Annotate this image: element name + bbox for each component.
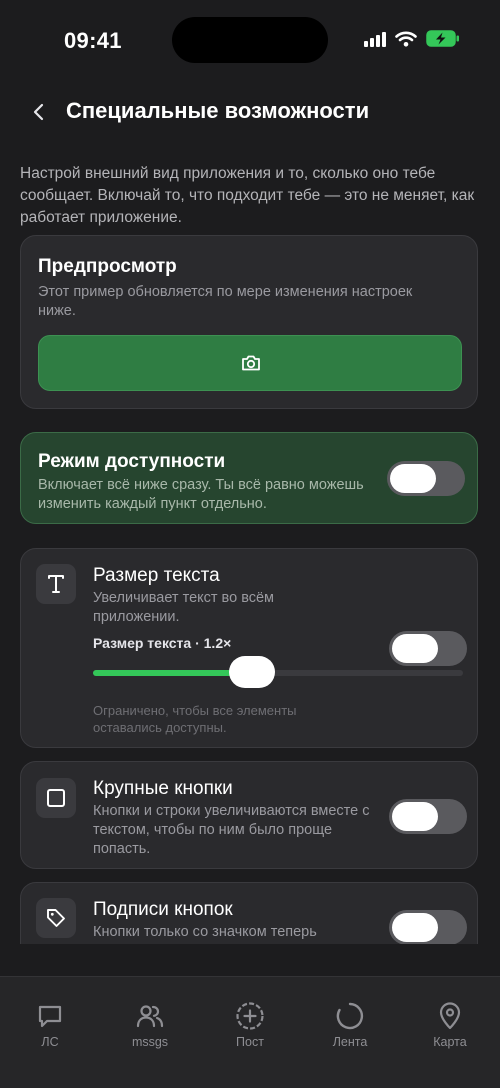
scroll-clip — [0, 944, 500, 976]
tab-feed[interactable]: Лента — [300, 1001, 400, 1049]
tab-label: mssgs — [131, 1035, 169, 1049]
status-time: 09:41 — [64, 28, 122, 53]
toggle-knob — [390, 464, 436, 493]
button-labels-toggle[interactable] — [389, 910, 467, 945]
large-buttons-description: Кнопки и строки увеличиваются вместе с т… — [93, 803, 370, 857]
battery-charging-icon — [426, 30, 459, 47]
tab-bar: ЛС mssgs Пост Лента Карта — [0, 976, 500, 1088]
wifi-icon — [395, 31, 417, 47]
tab-label: Карта — [433, 1035, 467, 1049]
people-icon — [136, 1005, 164, 1028]
status-icons — [364, 30, 460, 47]
page-title: Специальные возможности — [66, 98, 370, 123]
toggle-knob — [392, 913, 438, 942]
tab-map[interactable]: Карта — [400, 1001, 500, 1049]
intro-text: Настрой внешний вид приложения и то, ско… — [20, 165, 475, 226]
accessibility-mode-title: Режим доступности — [38, 451, 226, 472]
accessibility-mode-card: Режим доступности Включает всё ниже сраз… — [20, 432, 478, 524]
toggle-knob — [392, 802, 438, 831]
nav-header: Специальные возможности — [0, 90, 500, 134]
chevron-left-icon — [33, 103, 44, 121]
tab-post[interactable]: Пост — [200, 1001, 300, 1049]
text-size-note: Ограничено, чтобы все элементы оставалис… — [93, 703, 297, 735]
large-buttons-toggle[interactable] — [389, 799, 467, 834]
tab-label: Лента — [332, 1035, 368, 1049]
text-size-slider[interactable] — [93, 656, 463, 688]
toggle-knob — [392, 634, 438, 663]
slider-thumb[interactable] — [229, 656, 276, 688]
text-size-control-label: Размер текста · 1.2× — [93, 635, 232, 651]
button-labels-icon-box — [36, 898, 76, 938]
text-size-description: Увеличивает текст во всём приложении. — [93, 590, 275, 625]
large-buttons-icon-box — [36, 778, 76, 818]
text-size-icon — [48, 575, 64, 593]
plus-circle-icon — [236, 1002, 264, 1030]
signal-icon — [364, 31, 386, 47]
back-button[interactable] — [28, 98, 50, 126]
large-buttons-card: Крупные кнопки Кнопки и строки увеличива… — [20, 761, 478, 869]
tab-mssgs[interactable]: mssgs — [100, 1001, 200, 1049]
accessibility-mode-toggle[interactable] — [387, 461, 465, 496]
text-size-toggle[interactable] — [389, 631, 467, 666]
status-bar: 09:41 — [0, 0, 500, 80]
chat-icon — [38, 1005, 62, 1028]
preview-card: Предпросмотр Этот пример обновляется по … — [20, 235, 478, 409]
tab-dm[interactable]: ЛС — [0, 1001, 100, 1049]
preview-title: Предпросмотр — [38, 256, 177, 277]
camera-icon — [242, 355, 260, 371]
text-size-card: Размер текста Увеличивает текст во всём … — [20, 548, 478, 748]
tag-icon — [47, 909, 65, 927]
preview-photo-button[interactable] — [38, 335, 462, 391]
tab-label: Пост — [236, 1035, 264, 1049]
accessibility-mode-description: Включает всё ниже сразу. Ты всё равно мо… — [38, 477, 364, 512]
text-size-title: Размер текста — [93, 565, 220, 586]
map-pin-icon — [439, 1002, 461, 1030]
dynamic-island — [172, 17, 328, 63]
square-icon — [47, 789, 65, 807]
preview-description: Этот пример обновляется по мере изменени… — [38, 284, 413, 319]
button-labels-title: Подписи кнопок — [93, 899, 233, 920]
tab-label: ЛС — [41, 1035, 59, 1049]
button-labels-description: Кнопки только со значком теперь — [93, 924, 317, 940]
large-buttons-title: Крупные кнопки — [93, 778, 233, 799]
circle-icon — [336, 1002, 364, 1030]
text-size-icon-box — [36, 564, 76, 604]
